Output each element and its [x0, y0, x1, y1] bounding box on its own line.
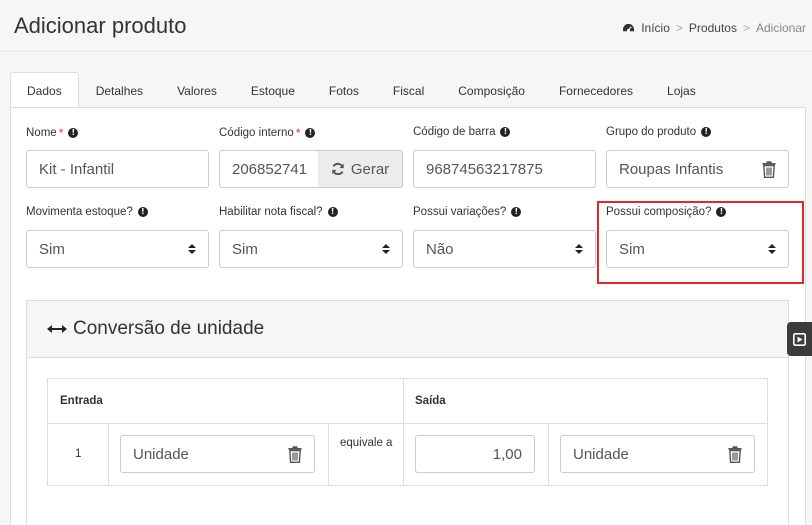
- info-icon[interactable]: !: [137, 207, 148, 217]
- nome-input[interactable]: Kit - Infantil: [26, 150, 209, 188]
- breadcrumb: Início > Produtos > Adicionar: [622, 21, 806, 35]
- breadcrumb-current: Adicionar: [755, 21, 806, 35]
- required-marker: *: [295, 126, 301, 140]
- conversion-panel-header: Conversão de unidade: [27, 301, 788, 358]
- column-divider: [328, 423, 329, 485]
- tab-dados[interactable]: Dados: [10, 72, 79, 109]
- dashboard-icon: [623, 23, 635, 32]
- codigo-interno-label-text: Código interno: [219, 127, 294, 139]
- play-icon: [793, 332, 806, 346]
- select-value: Não: [426, 240, 454, 258]
- side-panel-toggle[interactable]: [787, 322, 812, 356]
- quantity-in: 1: [75, 448, 82, 460]
- habilitar-nota-label-text: Habilitar nota fiscal?: [219, 206, 323, 218]
- grupo-field[interactable]: Roupas Infantis: [606, 150, 789, 188]
- info-icon[interactable]: !: [511, 207, 522, 217]
- tab-composicao[interactable]: Composição: [441, 72, 542, 108]
- highlight-box: [597, 201, 804, 284]
- tab-detalhes[interactable]: Detalhes: [79, 72, 160, 108]
- select-value: Sim: [232, 240, 258, 258]
- trash-icon[interactable]: [288, 445, 302, 463]
- info-icon[interactable]: !: [68, 128, 79, 138]
- possui-variacoes-select[interactable]: Não: [413, 230, 596, 268]
- select-value: Sim: [39, 240, 65, 258]
- page-header: Adicionar produto Início > Produtos > Ad…: [0, 0, 812, 52]
- row-divider: [48, 423, 767, 424]
- breadcrumb-products-link[interactable]: Produtos: [689, 21, 737, 35]
- column-divider: [403, 379, 404, 485]
- page-title: Adicionar produto: [14, 13, 187, 38]
- info-icon[interactable]: !: [701, 127, 712, 137]
- equivale-text: equivale a: [340, 437, 393, 449]
- codigo-interno-input[interactable]: 206852741: [219, 150, 319, 188]
- codigo-barra-input[interactable]: 96874563217875: [413, 150, 596, 188]
- codigo-interno-label: Código interno * !: [219, 126, 316, 140]
- gerar-button-label: Gerar: [350, 160, 390, 178]
- habilitar-nota-label: Habilitar nota fiscal? !: [219, 206, 338, 218]
- required-marker: *: [58, 126, 64, 140]
- codigo-barra-label: Código de barra !: [413, 126, 511, 138]
- nome-label: Nome * !: [26, 126, 79, 140]
- trash-icon[interactable]: [762, 160, 776, 178]
- tab-fiscal[interactable]: Fiscal: [376, 72, 441, 108]
- sort-arrows-icon: [188, 244, 196, 254]
- breadcrumb-separator: >: [742, 21, 750, 35]
- tab-valores[interactable]: Valores: [160, 72, 234, 108]
- info-icon[interactable]: !: [327, 207, 338, 217]
- unit-out-value: Unidade: [573, 445, 629, 463]
- quantity-out-input[interactable]: 1,00: [415, 435, 535, 473]
- possui-variacoes-label: Possui variações? !: [413, 206, 522, 218]
- breadcrumb-home-link[interactable]: Início: [641, 21, 670, 35]
- possui-variacoes-label-text: Possui variações?: [413, 206, 507, 218]
- habilitar-nota-select[interactable]: Sim: [219, 230, 403, 268]
- sort-arrows-icon: [382, 244, 390, 254]
- tab-bar: Dados Detalhes Valores Estoque Fotos Fis…: [10, 72, 713, 109]
- grupo-label: Grupo do produto !: [606, 126, 712, 138]
- info-icon[interactable]: !: [305, 128, 316, 138]
- breadcrumb-separator: >: [675, 21, 683, 35]
- tab-estoque[interactable]: Estoque: [234, 72, 312, 108]
- info-icon[interactable]: !: [500, 127, 511, 137]
- saida-header: Saída: [415, 395, 446, 407]
- unit-in-field[interactable]: Unidade: [120, 435, 315, 473]
- codigo-barra-label-text: Código de barra: [413, 126, 496, 138]
- arrows-horizontal-icon: [47, 325, 67, 333]
- tab-fotos[interactable]: Fotos: [312, 72, 376, 108]
- grupo-label-text: Grupo do produto: [606, 126, 697, 138]
- sort-arrows-icon: [575, 244, 583, 254]
- gerar-button[interactable]: Gerar: [318, 150, 403, 188]
- trash-icon[interactable]: [728, 445, 742, 463]
- refresh-icon: [332, 162, 344, 176]
- conversion-title: Conversão de unidade: [73, 318, 265, 339]
- grupo-value: Roupas Infantis: [619, 160, 724, 178]
- column-divider: [548, 423, 549, 485]
- movimenta-estoque-select[interactable]: Sim: [26, 230, 209, 268]
- column-divider: [108, 423, 109, 485]
- movimenta-estoque-label: Movimenta estoque? !: [26, 206, 148, 218]
- unit-in-value: Unidade: [133, 445, 189, 463]
- tab-fornecedores[interactable]: Fornecedores: [542, 72, 650, 108]
- entrada-header: Entrada: [60, 395, 103, 407]
- unit-out-field[interactable]: Unidade: [560, 435, 755, 473]
- tab-lojas[interactable]: Lojas: [650, 72, 713, 108]
- movimenta-estoque-label-text: Movimenta estoque?: [26, 206, 133, 218]
- nome-label-text: Nome: [26, 127, 57, 139]
